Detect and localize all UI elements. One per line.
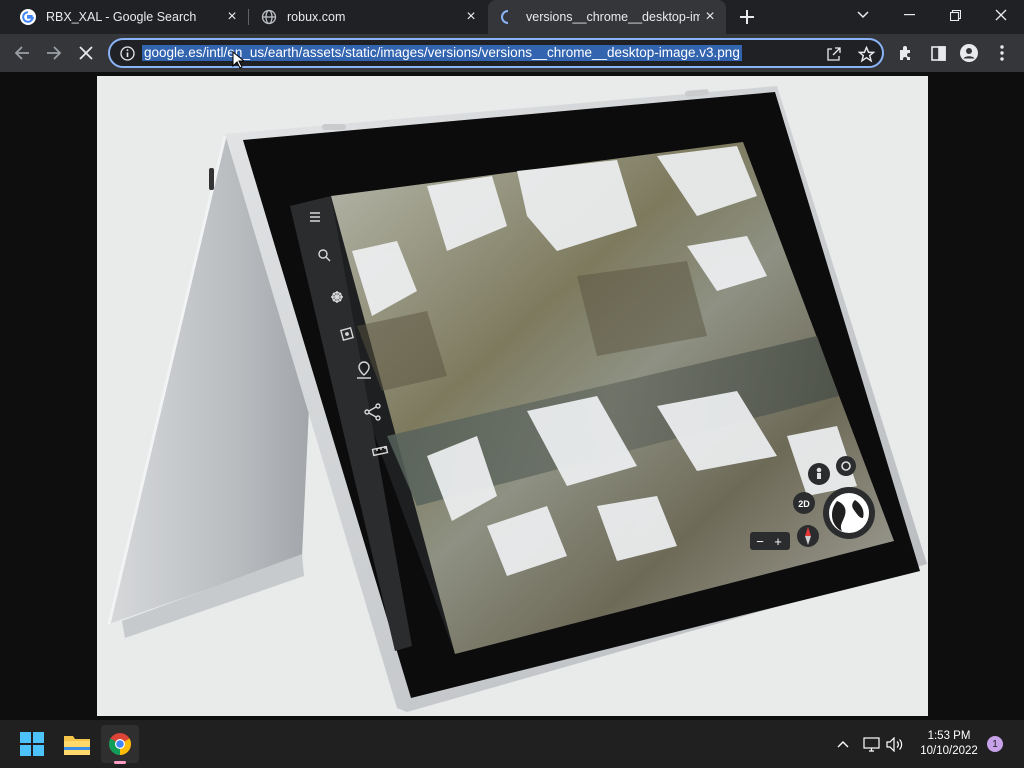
loading-spinner-icon bbox=[500, 9, 516, 25]
location-button[interactable] bbox=[836, 456, 856, 476]
chevron-up-icon bbox=[837, 741, 849, 748]
side-panel-icon bbox=[930, 45, 946, 61]
volume-button[interactable] bbox=[885, 734, 905, 754]
taskbar-clock[interactable]: 1:53 PM 10/10/2022 bbox=[918, 729, 980, 759]
close-tab-icon[interactable]: × bbox=[461, 7, 481, 27]
zoom-in-button[interactable]: + bbox=[774, 534, 782, 549]
new-tab-button[interactable] bbox=[736, 6, 758, 28]
tab-title: versions__chrome__desktop-image.v3.png bbox=[526, 10, 700, 24]
view-mode-label: 2D bbox=[798, 499, 810, 509]
extensions-icon bbox=[900, 46, 910, 60]
windows-start-icon bbox=[20, 732, 44, 756]
show-hidden-icons-button[interactable] bbox=[834, 734, 852, 754]
stop-loading-button[interactable] bbox=[72, 39, 100, 67]
menu-icon bbox=[1000, 45, 1004, 61]
displayed-image: 2D − + bbox=[97, 76, 928, 716]
tab-title: RBX_XAL - Google Search bbox=[46, 10, 197, 24]
browser-toolbar: google.es/intl/en_us/earth/assets/static… bbox=[0, 34, 1024, 72]
back-icon bbox=[14, 46, 29, 60]
page-viewport: 2D − + bbox=[0, 72, 1024, 720]
profile-icon bbox=[960, 44, 978, 62]
restore-icon bbox=[949, 9, 961, 21]
start-button[interactable] bbox=[13, 725, 51, 763]
share-icon[interactable] bbox=[824, 44, 844, 64]
running-indicator bbox=[114, 761, 126, 764]
google-g-icon bbox=[20, 9, 36, 25]
tab-google-search[interactable]: RBX_XAL - Google Search × bbox=[8, 0, 248, 34]
notification-badge[interactable]: 1 bbox=[987, 736, 1003, 752]
tab-title: robux.com bbox=[287, 10, 346, 24]
chevron-down-icon bbox=[857, 11, 869, 19]
clock-time: 1:53 PM bbox=[927, 730, 971, 742]
tab-strip: RBX_XAL - Google Search × robux.com × ve… bbox=[0, 0, 1024, 34]
windows-taskbar: 1:53 PM 10/10/2022 bbox=[0, 720, 1024, 768]
tab-image-active[interactable]: versions__chrome__desktop-image.v3.png × bbox=[488, 0, 726, 34]
close-icon bbox=[995, 9, 1007, 21]
tab-search-button[interactable] bbox=[840, 0, 886, 30]
info-icon[interactable] bbox=[119, 45, 135, 61]
address-bar[interactable]: google.es/intl/en_us/earth/assets/static… bbox=[108, 38, 884, 68]
back-button[interactable] bbox=[8, 39, 36, 67]
stop-loading-icon bbox=[79, 46, 93, 60]
chromebook-tent-photo: 2D − + bbox=[107, 86, 927, 712]
chrome-icon bbox=[109, 733, 131, 755]
volume-icon bbox=[886, 736, 903, 752]
forward-icon bbox=[47, 46, 62, 60]
minimize-icon bbox=[903, 14, 915, 16]
clock-date: 10/10/2022 bbox=[920, 745, 978, 757]
close-tab-icon[interactable]: × bbox=[700, 7, 720, 27]
file-explorer-button[interactable] bbox=[58, 725, 96, 763]
bookmark-star-icon[interactable] bbox=[856, 44, 876, 64]
file-explorer-icon bbox=[64, 736, 90, 755]
zoom-out-button[interactable]: − bbox=[756, 534, 764, 549]
forward-button[interactable] bbox=[40, 39, 68, 67]
mouse-cursor bbox=[232, 50, 246, 74]
profile-button[interactable] bbox=[955, 39, 983, 67]
network-icon bbox=[862, 736, 880, 752]
side-panel-button[interactable] bbox=[924, 39, 952, 67]
restore-button[interactable] bbox=[932, 0, 978, 30]
pegman-icon bbox=[816, 467, 822, 473]
chrome-taskbar-button[interactable] bbox=[101, 725, 139, 764]
network-button[interactable] bbox=[861, 734, 881, 754]
minimize-button[interactable] bbox=[886, 0, 932, 30]
close-tab-icon[interactable]: × bbox=[222, 7, 242, 27]
chrome-menu-button[interactable] bbox=[988, 39, 1016, 67]
tab-robux[interactable]: robux.com × bbox=[249, 0, 487, 34]
globe-icon bbox=[261, 9, 277, 25]
close-window-button[interactable] bbox=[978, 0, 1024, 30]
plus-icon bbox=[740, 10, 754, 24]
extensions-button[interactable] bbox=[892, 39, 920, 67]
